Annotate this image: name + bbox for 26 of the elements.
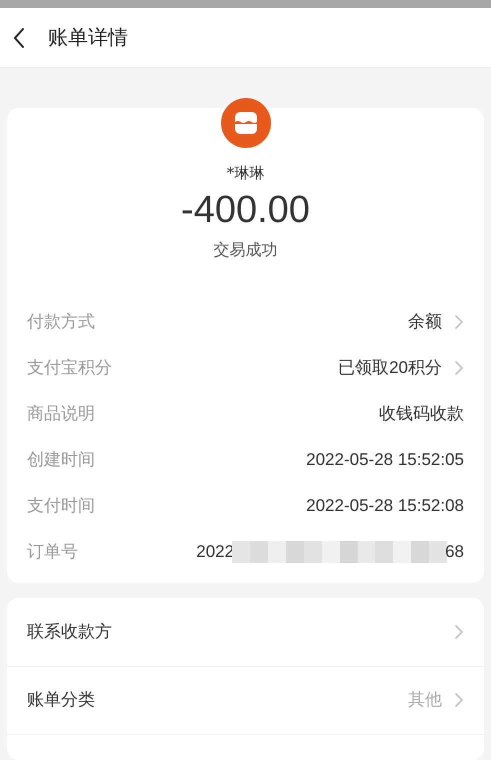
field-value: 2022-05-28 15:52:08 [306,494,464,517]
field-value: 2022 [196,540,234,563]
chevron-right-icon [454,360,464,376]
field-label: 订单号 [27,540,78,563]
field-label: 付款方式 [27,310,95,333]
action-label: 联系收款方 [27,621,112,644]
field-label: 支付时间 [27,494,95,517]
field-label: 创建时间 [27,448,95,471]
field-value: 已领取20积分 [338,356,442,379]
action-value: 其他 [408,689,442,712]
amount: -400.00 [181,188,310,232]
action-row[interactable]: 账单分类 其他 [7,666,484,734]
chevron-right-icon [454,692,464,708]
field-value: 收钱码收款 [379,402,464,425]
field-label: 商品说明 [27,402,95,425]
field-value: 余额 [408,310,442,333]
action-label: 账单分类 [27,689,95,712]
action-row[interactable]: 联系收款方 [7,598,484,666]
field-value: 68 [445,540,464,563]
page-title: 账单详情 [48,26,128,50]
field-label: 支付宝积分 [27,356,112,379]
chevron-right-icon [454,314,464,330]
field-value: 2022-05-28 15:52:05 [306,448,464,471]
payee-name: *琳琳 [226,163,264,184]
chevron-right-icon [454,624,464,640]
status-text: 交易成功 [214,240,278,260]
